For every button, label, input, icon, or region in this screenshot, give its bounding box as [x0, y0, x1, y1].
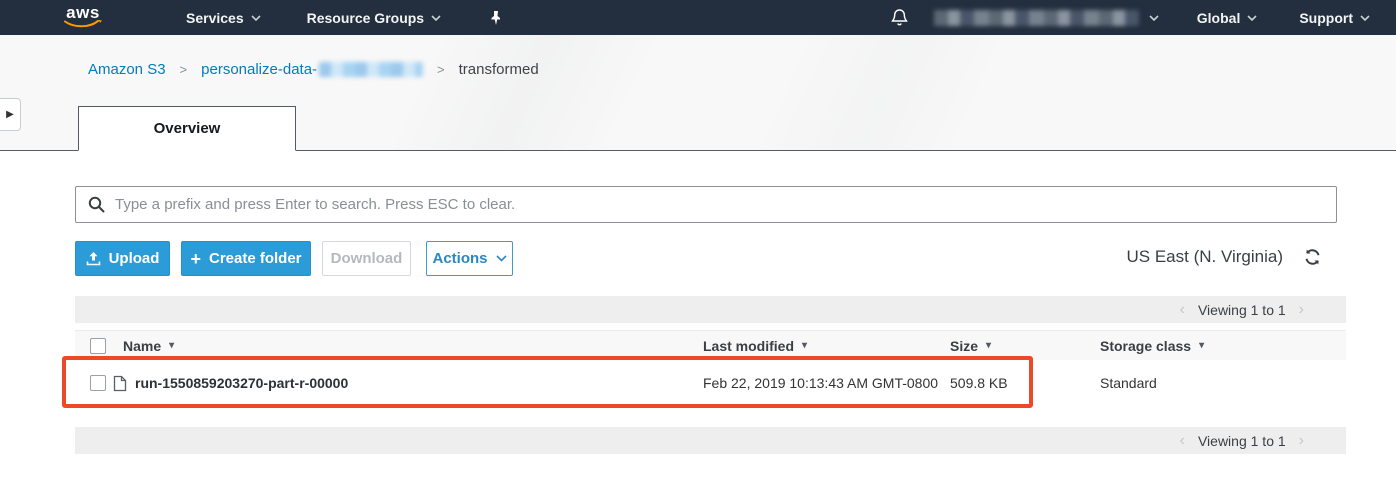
actions-dropdown-button[interactable]: Actions	[426, 241, 513, 276]
pagination-label: Viewing 1 to 1	[1198, 302, 1286, 318]
create-folder-button[interactable]: + Create folder	[181, 241, 311, 276]
select-all-checkbox[interactable]	[90, 338, 106, 354]
search-icon	[88, 196, 105, 213]
toolbar: Upload + Create folder Download Actions	[75, 241, 513, 276]
breadcrumb-separator: >	[437, 62, 445, 77]
column-header-size[interactable]: Size ▾	[950, 331, 991, 360]
pagination-prev-icon[interactable]: ‹	[1180, 302, 1185, 318]
pagination-bar-top: ‹ Viewing 1 to 1 ›	[75, 296, 1346, 323]
chevron-down-icon	[496, 255, 507, 262]
sort-caret-icon: ▾	[986, 340, 991, 351]
nav-support[interactable]: Support	[1299, 10, 1370, 26]
object-storage-class: Standard	[1100, 360, 1157, 406]
select-all-checkbox-cell	[90, 331, 106, 360]
column-header-last-modified[interactable]: Last modified ▾	[703, 331, 807, 360]
upload-icon	[86, 251, 101, 266]
pushpin-icon[interactable]	[489, 10, 503, 26]
download-button[interactable]: Download	[322, 241, 411, 276]
row-checkbox[interactable]	[90, 375, 106, 391]
expand-panel-toggle[interactable]: ▶	[0, 98, 21, 131]
sort-caret-icon: ▾	[169, 340, 174, 351]
object-name-link[interactable]: run-1550859203270-part-r-00000	[135, 360, 348, 406]
column-header-storage-class[interactable]: Storage class ▾	[1100, 331, 1204, 360]
breadcrumb-separator: >	[180, 62, 188, 77]
sort-caret-icon: ▾	[802, 340, 807, 351]
chevron-down-icon	[1247, 15, 1257, 21]
nav-resource-groups[interactable]: Resource Groups	[307, 10, 441, 26]
breadcrumb-current-folder: transformed	[459, 61, 539, 78]
region-label: US East (N. Virginia)	[1126, 247, 1283, 267]
aws-smile-icon	[64, 20, 102, 29]
page-header-zone: Amazon S3 > personalize-data- > transfor…	[0, 35, 1396, 151]
pagination-label: Viewing 1 to 1	[1198, 433, 1286, 449]
refresh-icon[interactable]	[1303, 248, 1322, 266]
expand-panel-icon: ▶	[6, 109, 14, 120]
aws-logo-text: aws	[66, 6, 100, 20]
table-header-row: Name ▾ Last modified ▾ Size ▾ Storage cl…	[75, 330, 1346, 360]
object-last-modified: Feb 22, 2019 10:13:43 AM GMT-0800	[703, 360, 938, 406]
top-navigation-bar: aws Services Resource Groups Global Supp…	[0, 0, 1396, 35]
breadcrumb: Amazon S3 > personalize-data- > transfor…	[88, 61, 539, 78]
pagination-bar-bottom: ‹ Viewing 1 to 1 ›	[75, 427, 1346, 454]
search-input[interactable]	[115, 196, 1324, 213]
sort-caret-icon: ▾	[1199, 340, 1204, 351]
breadcrumb-bucket[interactable]: personalize-data-	[201, 61, 423, 78]
chevron-down-icon	[1149, 15, 1159, 21]
pagination-prev-icon[interactable]: ‹	[1180, 433, 1185, 449]
pagination-next-icon[interactable]: ›	[1299, 433, 1304, 449]
prefix-search-box	[75, 186, 1337, 223]
bell-icon[interactable]	[891, 8, 908, 27]
pagination-next-icon[interactable]: ›	[1299, 302, 1304, 318]
breadcrumb-amazon-s3[interactable]: Amazon S3	[88, 61, 166, 78]
column-header-name[interactable]: Name ▾	[123, 331, 174, 360]
tab-overview[interactable]: Overview	[78, 106, 296, 151]
aws-logo[interactable]: aws	[64, 6, 102, 29]
region-area: US East (N. Virginia)	[1126, 247, 1322, 267]
file-icon	[113, 360, 127, 406]
chevron-down-icon	[251, 15, 261, 21]
account-menu[interactable]	[934, 10, 1159, 26]
chevron-down-icon	[1360, 15, 1370, 21]
object-size: 509.8 KB	[950, 360, 1008, 406]
chevron-down-icon	[431, 15, 441, 21]
nav-region-global[interactable]: Global	[1197, 10, 1258, 26]
upload-button[interactable]: Upload	[75, 241, 170, 276]
nav-right-group: Global Support	[891, 8, 1380, 27]
table-row: run-1550859203270-part-r-00000 Feb 22, 2…	[75, 360, 1346, 406]
nav-services[interactable]: Services	[186, 10, 261, 26]
plus-icon: +	[190, 250, 201, 268]
redacted-account-name	[934, 10, 1139, 26]
row-checkbox-cell	[90, 360, 106, 406]
redacted-bucket-name-suffix	[319, 62, 423, 77]
